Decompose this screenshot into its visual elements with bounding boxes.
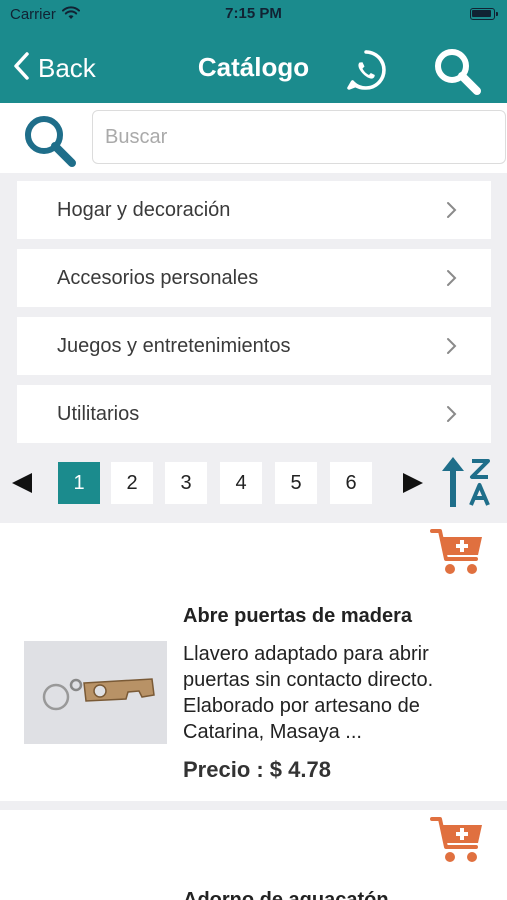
sort-z-a-button[interactable] (440, 453, 494, 509)
category-item-utilitarios[interactable]: Utilitarios (17, 385, 491, 443)
search-input[interactable] (92, 110, 506, 164)
product-list: Abre puertas de madera Llavero adaptado … (0, 523, 507, 900)
chevron-right-icon (445, 201, 457, 219)
product-description: Llavero adaptado para abrir puertas sin … (183, 643, 434, 743)
page-button-2[interactable]: 2 (111, 462, 153, 504)
page-button-6[interactable]: 6 (330, 462, 372, 504)
page-button-4[interactable]: 4 (220, 462, 262, 504)
category-label: Juegos y entretenimientos (57, 334, 291, 357)
category-label: Utilitarios (57, 402, 140, 425)
search-icon (432, 49, 482, 100)
add-cart-icon (430, 817, 482, 862)
product-image (24, 641, 167, 744)
page-title-text: Catálogo (197, 52, 310, 82)
nav-search-button[interactable] (432, 46, 482, 96)
search-icon (20, 111, 78, 169)
category-item-hogar[interactable]: Hogar y decoración (17, 181, 491, 239)
chevron-right-icon (445, 405, 457, 423)
navigation-bar: Back Catálogo (0, 30, 507, 103)
category-item-juegos[interactable]: Juegos y entretenimientos (17, 317, 491, 375)
whatsapp-icon (344, 50, 388, 96)
status-bar: Carrier 7:15 PM (0, 0, 507, 30)
sort-descending-icon (442, 457, 490, 507)
page-button-3[interactable]: 3 (165, 462, 207, 504)
chevron-right-icon (445, 337, 457, 355)
add-to-cart-button[interactable] (430, 813, 486, 865)
add-cart-icon (430, 529, 482, 574)
product-price: Precio : $ 4.78 (183, 757, 331, 782)
category-label: Accesorios personales (57, 266, 259, 289)
product-name: Adorno de aguacatón (183, 889, 389, 900)
divider (0, 801, 507, 810)
page-button-1[interactable]: 1 (58, 462, 100, 504)
chevron-right-icon (445, 269, 457, 287)
product-name: Abre puertas de madera (183, 605, 412, 627)
battery-icon (470, 8, 498, 20)
prev-page-button[interactable] (10, 471, 34, 500)
page-title: Catálogo (0, 52, 507, 83)
whatsapp-button[interactable] (344, 48, 388, 92)
next-page-button[interactable] (401, 471, 425, 500)
category-label: Hogar y decoración (57, 198, 231, 221)
add-to-cart-button[interactable] (430, 525, 486, 577)
clock: 7:15 PM (225, 5, 282, 22)
pagination: 1 2 3 4 5 6 (0, 445, 507, 523)
page-button-5[interactable]: 5 (275, 462, 317, 504)
product-card[interactable]: Abre puertas de madera Llavero adaptado … (0, 523, 507, 803)
category-item-accesorios[interactable]: Accesorios personales (17, 249, 491, 307)
search-row (0, 103, 507, 173)
